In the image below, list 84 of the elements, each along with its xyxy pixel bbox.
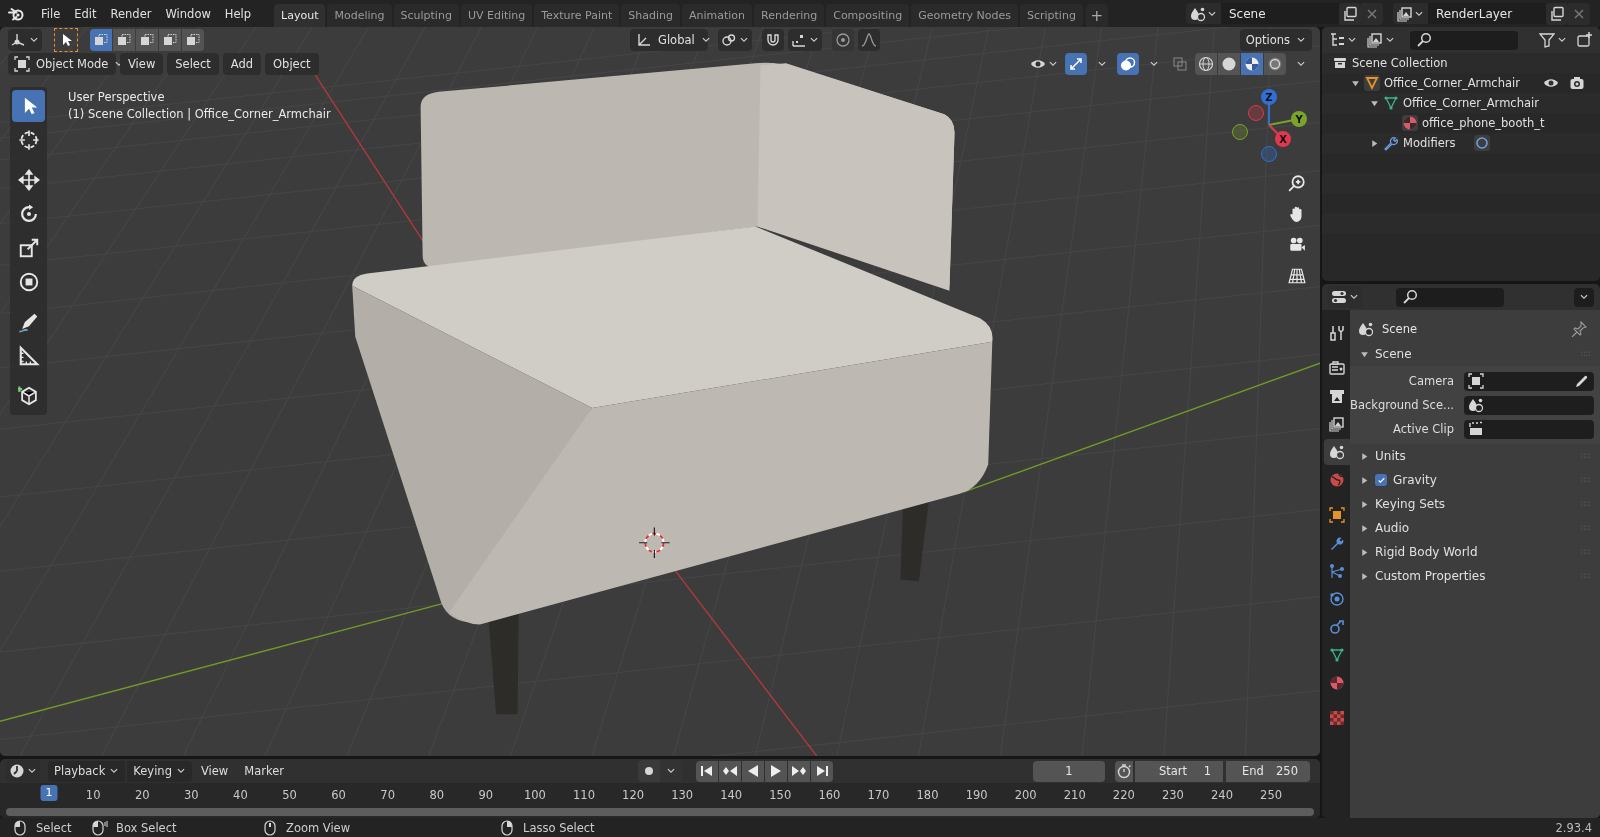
menu-item[interactable]: Window: [158, 3, 218, 24]
menu-item[interactable]: Add: [222, 53, 262, 75]
menu-dropdown[interactable]: Keying: [127, 760, 192, 782]
frame-number: 170: [867, 788, 890, 803]
current-frame-field[interactable]: 1: [1033, 760, 1105, 782]
shortcut-hint: Lasso Select: [523, 820, 595, 835]
frame-number: 200: [1014, 788, 1037, 803]
frame-number: 250: [1260, 788, 1283, 803]
frame-number: 130: [671, 788, 694, 803]
frame-number: 100: [523, 788, 546, 803]
menu-item[interactable]: Edit: [67, 3, 104, 24]
panel-title[interactable]: Keying Sets: [1375, 497, 1446, 511]
menu-item[interactable]: Select: [167, 53, 219, 75]
outliner-item[interactable]: Modifiers: [1403, 136, 1456, 150]
frame-number: 10: [85, 788, 101, 803]
workspace-tab[interactable]: Layout: [274, 4, 326, 27]
outliner-item[interactable]: Office_Corner_Armchair: [1384, 76, 1520, 90]
view-layer-name-field[interactable]: RenderLayer: [1428, 3, 1546, 24]
panel-title[interactable]: Custom Properties: [1375, 569, 1486, 583]
frame-number: 30: [184, 788, 199, 803]
frame-number: 40: [233, 788, 248, 803]
panel-title[interactable]: Units: [1375, 449, 1406, 463]
viewport-info-text: (1) Scene Collection | Office_Corner_Armchair: [68, 107, 331, 121]
workspace-tab[interactable]: Rendering: [754, 4, 825, 27]
panel-title[interactable]: Audio: [1375, 521, 1410, 535]
frame-number: 90: [478, 788, 494, 803]
frame-number: 120: [622, 788, 644, 803]
current-frame-indicator[interactable]: 1: [40, 785, 58, 802]
frame-number: 220: [1112, 788, 1135, 803]
shortcut-hint: Zoom View: [286, 820, 351, 835]
frame-number: 140: [720, 788, 743, 803]
workspace-tab[interactable]: Shading: [621, 4, 680, 27]
end-frame-field[interactable]: End 250: [1226, 760, 1310, 782]
frame-number: 50: [282, 788, 297, 803]
outliner-item[interactable]: office_phone_booth_t: [1422, 116, 1545, 130]
workspace-tab[interactable]: Texture Paint: [534, 4, 620, 27]
workspace-tab[interactable]: Scripting: [1019, 4, 1083, 27]
orientation-dropdown[interactable]: Global: [630, 29, 708, 51]
field-label: Background Sce...: [1350, 398, 1455, 412]
workspace-tab[interactable]: Modeling: [327, 4, 392, 27]
outliner-item[interactable]: Office_Corner_Armchair: [1403, 96, 1539, 110]
frame-number: 80: [429, 788, 445, 803]
field-label: Camera: [1407, 374, 1455, 388]
frame-number: 240: [1211, 788, 1233, 803]
workspace-tab[interactable]: Compositing: [826, 4, 910, 27]
frame-number: 180: [916, 788, 939, 803]
shortcut-hint: Box Select: [116, 820, 177, 835]
frame-number: 20: [134, 788, 150, 803]
frame-number: 150: [769, 788, 792, 803]
field-label: Active Clip: [1392, 422, 1455, 436]
workspace-tab[interactable]: Animation: [681, 4, 753, 27]
frame-number: 160: [818, 788, 841, 803]
menu-item[interactable]: View: [193, 760, 236, 782]
workspace-tab[interactable]: UV Editing: [460, 4, 533, 27]
version-label: 2.93.4: [1555, 820, 1592, 835]
outliner-item[interactable]: Scene Collection: [1352, 56, 1448, 70]
shortcut-hint: Select: [36, 820, 72, 835]
frame-number: 60: [331, 788, 346, 803]
panel-title[interactable]: Rigid Body World: [1375, 545, 1478, 559]
frame-number: 190: [965, 788, 988, 803]
viewport-info-text: User Perspective: [68, 90, 166, 104]
scene-name-field[interactable]: Scene: [1221, 3, 1339, 24]
panel-title[interactable]: Scene: [1375, 347, 1412, 361]
axis-handle[interactable]: Y: [1291, 111, 1307, 127]
menu-item[interactable]: View: [120, 53, 164, 75]
workspace-tab[interactable]: Sculpting: [393, 4, 459, 27]
menu-dropdown[interactable]: Playback: [48, 760, 126, 782]
workspace-tab[interactable]: Geometry Nodes: [911, 4, 1018, 27]
axis-handle[interactable]: X: [1275, 131, 1291, 147]
panel-title[interactable]: Gravity: [1393, 473, 1437, 487]
menu-item[interactable]: Render: [103, 3, 159, 24]
menu-item[interactable]: File: [34, 3, 68, 24]
frame-number: 210: [1063, 788, 1086, 803]
start-frame-field[interactable]: Start 1: [1135, 760, 1223, 782]
axis-handle[interactable]: Z: [1261, 89, 1277, 105]
frame-number: 110: [573, 788, 595, 803]
options-dropdown[interactable]: Options: [1239, 29, 1312, 51]
frame-number: 230: [1161, 788, 1184, 803]
menu-item[interactable]: Marker: [237, 760, 291, 782]
frame-number: 70: [380, 788, 395, 803]
menu-item[interactable]: Help: [217, 3, 259, 24]
add-workspace-button[interactable]: +: [1085, 4, 1108, 27]
menu-item[interactable]: Object: [265, 53, 319, 75]
context-label: Scene: [1382, 322, 1418, 336]
